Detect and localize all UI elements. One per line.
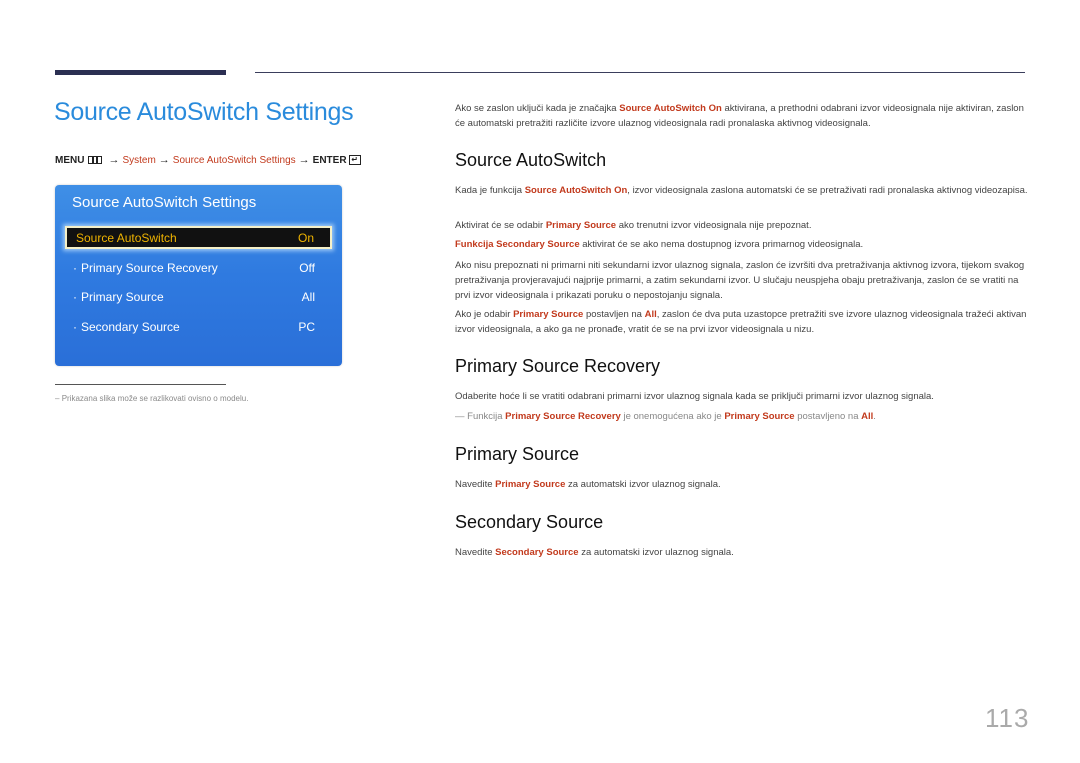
heading-source-autoswitch: Source AutoSwitch [455, 150, 607, 170]
text: postavljen na [583, 309, 645, 320]
highlight: Source AutoSwitch On [619, 103, 722, 114]
arrow-icon: → [108, 154, 120, 166]
osd-item-label: Primary Source [81, 290, 164, 304]
osd-item-primary-source[interactable]: · Primary Source All [73, 290, 315, 304]
heading-primary-source: Primary Source [455, 444, 580, 464]
osd-title: Source AutoSwitch Settings [72, 194, 257, 211]
autoswitch-p4: Ako nisu prepoznati ni primarni niti sek… [455, 260, 1025, 301]
highlight: Secondary Source [495, 547, 579, 558]
osd-item-secondary-source[interactable]: · Secondary Source PC [73, 320, 315, 334]
breadcrumb-enter: ENTER [312, 154, 347, 166]
text: Kada je funkcija [455, 185, 525, 196]
osd-item-value: All [301, 290, 315, 304]
highlight: Primary Source [545, 220, 617, 231]
arrow-icon: → [158, 154, 170, 166]
autoswitch-p1: Kada je funkcija Source AutoSwitch On, i… [455, 183, 1030, 198]
text: Aktivirat će se odabir [455, 220, 546, 231]
breadcrumb-menu: MENU [55, 154, 85, 166]
bullet-icon: · [73, 261, 77, 275]
dash-icon: – [55, 394, 60, 403]
text: za automatski izvor ulaznog signala. [578, 547, 734, 558]
breadcrumb-item-system: System [122, 154, 156, 166]
header-bar-thick [55, 70, 226, 75]
footnote-rule [55, 384, 226, 385]
bullet-icon: · [73, 320, 77, 334]
recovery-note: — Funkcija Primary Source Recovery je on… [455, 409, 1030, 424]
highlight: Primary Source [724, 411, 795, 422]
highlight: Funkcija Secondary Source [455, 239, 580, 250]
highlight: Source AutoSwitch On [524, 185, 628, 196]
footnote-text: Prikazana slika može se razlikovati ovis… [61, 394, 249, 403]
heading-secondary-source: Secondary Source [455, 512, 604, 532]
autoswitch-p5: Ako je odabir Primary Source postavljen … [455, 307, 1030, 337]
highlight: Primary Source [495, 479, 566, 490]
osd-item-source-autoswitch[interactable]: Source AutoSwitch On [76, 231, 314, 245]
text: . [873, 411, 876, 422]
recovery-p1: Odaberite hoće li se vratiti odabrani pr… [455, 391, 934, 402]
page-title: Source AutoSwitch Settings [54, 98, 354, 126]
text: Funkcija [464, 411, 506, 422]
autoswitch-p2: Aktivirat će se odabir Primary Source ak… [455, 218, 1030, 233]
primary-p1: Navedite Primary Source za automatski iz… [455, 477, 1030, 492]
breadcrumb: MENU → System → Source AutoSwitch Settin… [55, 154, 361, 166]
osd-item-label: Primary Source Recovery [81, 261, 218, 275]
highlight: All [644, 309, 657, 320]
text: Navedite [455, 547, 496, 558]
osd-item-value: On [297, 231, 314, 245]
bullet-icon: · [73, 290, 77, 304]
text: postavljeno na [794, 411, 862, 422]
breadcrumb-item-settings: Source AutoSwitch Settings [172, 154, 296, 166]
dash-icon: — [455, 411, 465, 422]
highlight: All [861, 411, 874, 422]
highlight: Primary Source Recovery [505, 411, 621, 422]
arrow-icon: → [298, 154, 310, 166]
header-rule [255, 72, 1025, 73]
text: je onemogućena ako je [620, 411, 725, 422]
osd-item-value: Off [299, 261, 315, 275]
osd-item-value: PC [298, 320, 315, 334]
secondary-p1: Navedite Secondary Source za automatski … [455, 545, 1030, 560]
menu-icon [88, 156, 103, 164]
osd-item-primary-source-recovery[interactable]: · Primary Source Recovery Off [73, 261, 315, 275]
intro-paragraph: Ako se zaslon uključi kada je značajka S… [455, 101, 1030, 131]
osd-item-label: Secondary Source [81, 320, 180, 334]
text: za automatski izvor ulaznog signala. [565, 479, 721, 490]
footnote: – Prikazana slika može se razlikovati ov… [55, 394, 248, 403]
page-number: 113 [985, 703, 1030, 733]
enter-icon: ↵ [348, 155, 361, 165]
text: Navedite [455, 479, 496, 490]
heading-primary-source-recovery: Primary Source Recovery [455, 356, 661, 376]
text: aktivirat će se ako nema dostupnog izvor… [579, 239, 864, 250]
text: ako trenutni izvor videosignala nije pre… [616, 220, 812, 231]
osd-menu: Source AutoSwitch Settings Source AutoSw… [55, 185, 342, 366]
highlight: Primary Source [513, 309, 584, 320]
osd-item-label: Source AutoSwitch [76, 231, 177, 245]
text: , izvor videosignala zaslona automatski … [627, 185, 1028, 196]
text: Ako se zaslon uključi kada je značajka [455, 103, 620, 114]
text: Ako je odabir [455, 309, 514, 320]
autoswitch-p3: Funkcija Secondary Source aktivirat će s… [455, 237, 1030, 252]
